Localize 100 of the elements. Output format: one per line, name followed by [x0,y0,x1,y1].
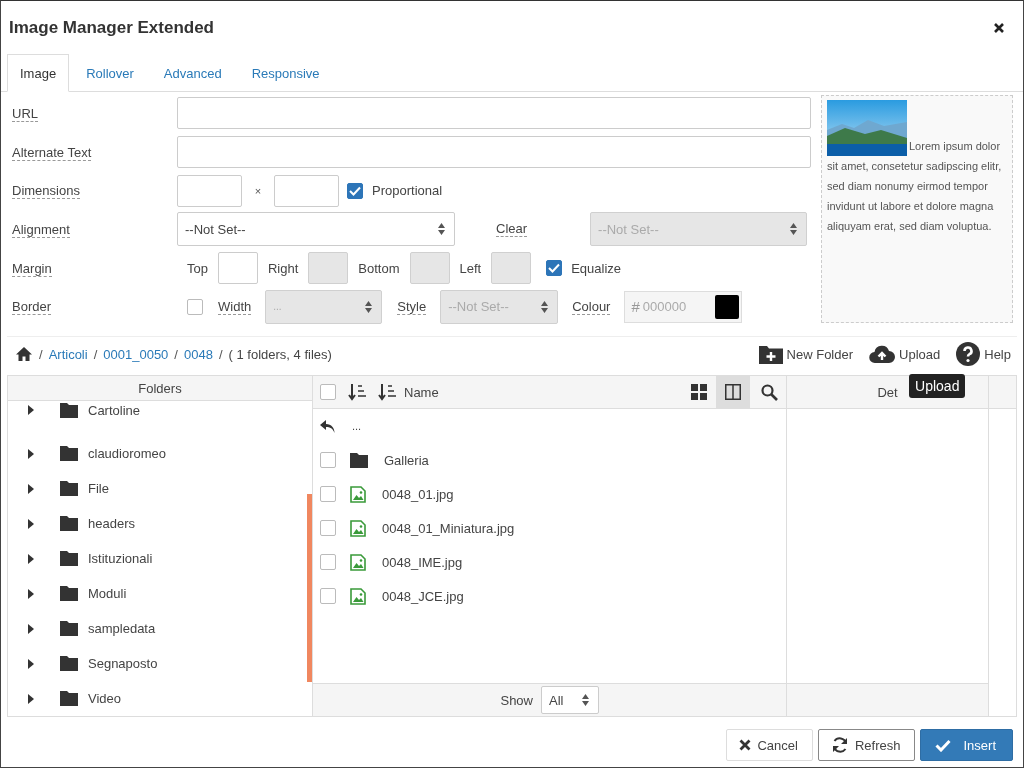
parent-folder-link[interactable]: ... [352,420,362,432]
height-field[interactable] [274,174,339,207]
tab[interactable]: Image [7,54,70,92]
tab[interactable]: Responsive [238,54,333,92]
folder-name[interactable]: claudioromeo [88,446,167,461]
checkbox[interactable] [320,554,336,570]
search-icon [760,383,778,401]
checkbox[interactable] [320,588,336,604]
folder-name[interactable]: Video [88,691,121,706]
checkbox[interactable] [347,182,363,199]
checkbox[interactable] [187,298,203,315]
path-separator: / [174,346,178,362]
select-arrows-icon [541,300,549,313]
folder-icon [350,452,368,468]
folder-name[interactable]: sampledata [88,621,156,636]
folder-name[interactable]: Galleria [384,452,429,468]
field-label: Border [12,299,52,316]
caret-right-icon[interactable] [28,405,34,415]
field-label: Clear [496,221,528,238]
folder-icon [60,691,78,706]
text-field[interactable] [177,136,811,168]
reply-arrow-icon[interactable] [320,418,336,434]
caret-right-icon[interactable] [28,658,34,669]
refresh-button[interactable]: Refresh [817,729,916,761]
breadcrumb-link[interactable]: Articoli [48,346,88,362]
field-label: Right [267,260,299,276]
caret-right-icon[interactable] [28,553,34,564]
caret-right-icon[interactable] [28,483,34,494]
sort-icon[interactable] [378,383,396,401]
select-field[interactable]: All [541,686,599,714]
folder-name[interactable]: File [88,481,109,496]
folder-name[interactable]: headers [88,516,135,531]
columns-icon [725,384,741,400]
breadcrumb-link[interactable]: 0001_0050 [103,346,169,362]
dialog-title: Image Manager Extended [9,17,214,38]
image-filename[interactable]: 0048_JCE.jpg [382,588,464,604]
select-all-checkbox[interactable] [320,384,336,400]
field-label: Colour [572,298,611,315]
checkbox-label: Proportional [372,183,443,199]
breadcrumb-link[interactable]: 0048 [183,346,213,362]
field-label: Width [218,298,252,315]
hex-input[interactable]: 000000 [642,299,703,315]
image-file-icon [350,519,366,537]
folder-icon [60,481,78,496]
check-icon [349,185,361,196]
folder-name[interactable]: Cartoline [88,402,141,418]
folder-name[interactable]: Segnaposto [88,656,158,671]
checkbox[interactable] [320,486,336,502]
field-label: Alignment [12,221,70,238]
folder-name[interactable]: Moduli [88,586,127,601]
home-icon[interactable] [15,346,33,362]
url-field[interactable] [177,97,811,130]
folder-icon [60,656,78,671]
field-label: Left [459,260,482,276]
field-label: Alternate Text [12,144,92,161]
preview-text: Lorem ipsum dolor sit amet, consetetur sadipscing elitr, sed diam nonumy eirmod tempor invidunt ut labore et dolore magna aliquyam erat, sed diam voluptua. [827,140,1002,232]
field-label: URL [12,105,38,122]
path-separator: / [39,346,43,362]
tab[interactable]: Advanced [150,54,235,92]
folder-icon [60,621,78,636]
folder-icon [60,551,78,566]
margin-field[interactable] [217,252,258,284]
toolbar-button[interactable]: New Folder [758,344,854,364]
caret-right-icon[interactable] [28,518,34,529]
image-filename[interactable]: 0048_01_Miniatura.jpg [382,520,515,536]
path-separator: / [93,346,98,362]
select-arrows-icon [582,694,589,706]
folder-icon [60,516,78,531]
view-button[interactable] [716,376,750,408]
tooltip: Upload [909,374,966,398]
checkbox[interactable] [546,260,563,276]
caret-right-icon[interactable] [28,448,34,459]
tab[interactable]: Rollover [73,54,147,92]
field-label: Dimensions [12,183,80,200]
toolbar-button[interactable]: Help [956,342,1011,366]
scrollbar-thumb[interactable] [307,494,312,682]
colour-swatch[interactable] [715,294,740,319]
caret-right-icon[interactable] [28,588,34,599]
folder-icon [60,586,78,601]
folder-name[interactable]: Istituzionali [88,551,153,566]
field-label: Style [397,298,427,315]
image-filename[interactable]: 0048_01.jpg [382,486,454,502]
refresh-icon [830,736,849,754]
folder-icon [60,446,78,461]
checkbox[interactable] [320,452,336,468]
caret-right-icon[interactable] [28,623,34,634]
cancel-button[interactable]: Cancel [726,729,813,761]
cloud-upload-icon [869,344,896,364]
width-field[interactable] [177,174,242,207]
sort-icon[interactable] [348,383,366,401]
image-file-icon [350,553,366,571]
column-header: Name [404,384,440,400]
insert-button[interactable]: Insert [920,729,1013,761]
caret-right-icon[interactable] [28,693,34,704]
select-arrows-icon [790,223,798,236]
checkbox[interactable] [320,520,336,536]
select-field[interactable]: --Not Set-- [177,212,455,247]
times-sign: × [253,184,263,197]
toolbar-button[interactable]: Upload [869,344,941,364]
image-filename[interactable]: 0048_IME.jpg [382,554,463,570]
